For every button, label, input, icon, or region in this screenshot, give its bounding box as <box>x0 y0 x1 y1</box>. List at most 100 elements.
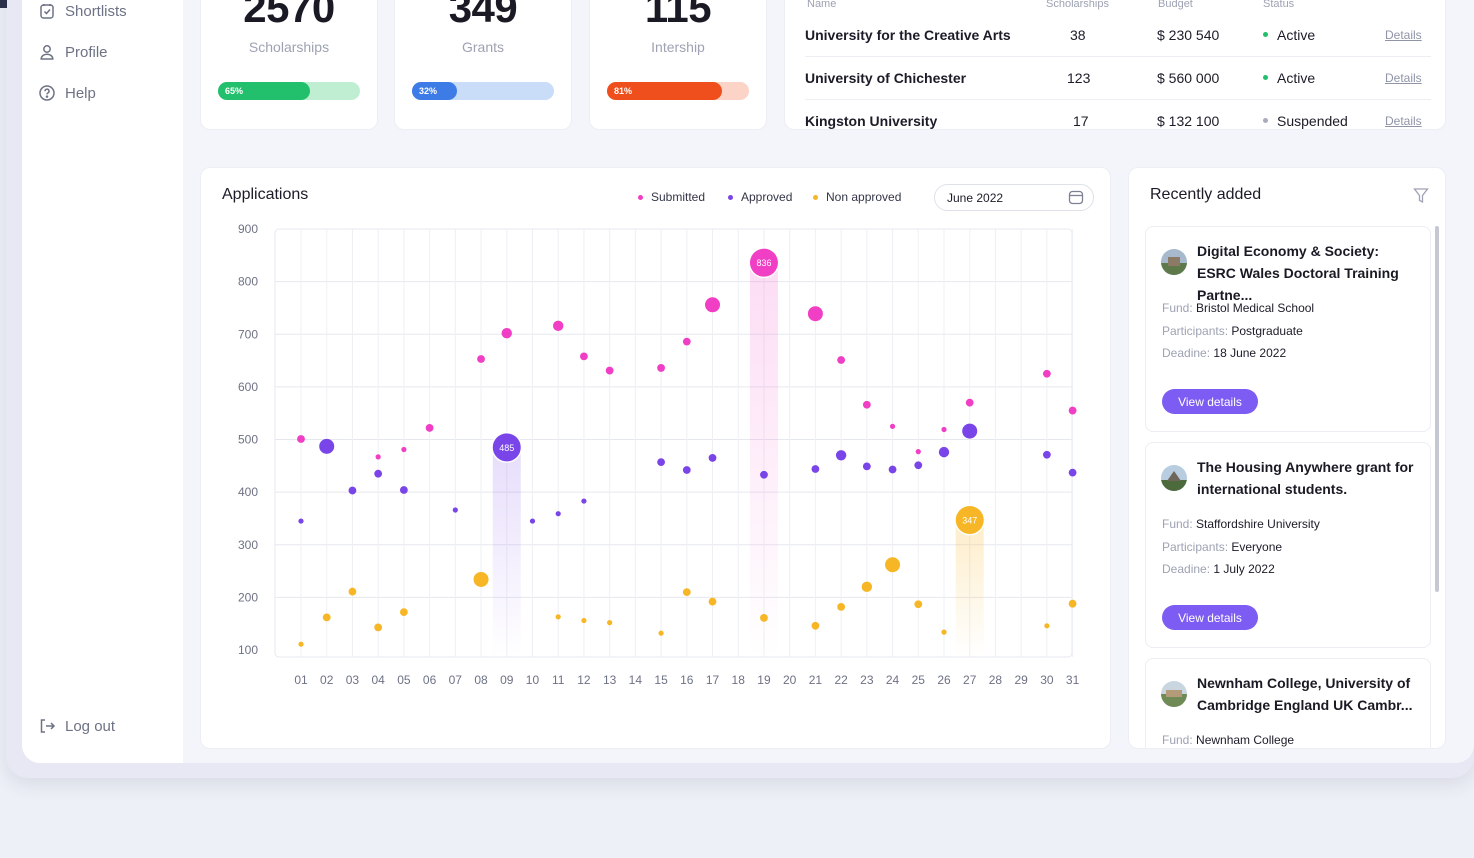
data-point <box>553 320 564 332</box>
data-point <box>297 435 305 443</box>
university-thumbnail <box>1161 249 1187 275</box>
recently-added-panel: Recently added Digital Economy & Society… <box>1128 167 1446 749</box>
y-tick-label: 200 <box>238 590 258 604</box>
scrollbar-thumb[interactable] <box>1435 226 1439 592</box>
details-link-text[interactable]: Details <box>1385 114 1422 128</box>
col-header-budget: Budget <box>1158 0 1193 10</box>
deadline-key: Deadine: <box>1162 562 1211 576</box>
x-tick-label: 30 <box>1040 673 1054 687</box>
recent-item-title[interactable]: Newnham College, University of Cambridge… <box>1197 672 1419 716</box>
data-point <box>835 450 847 461</box>
progress-percent: 81% <box>614 86 633 96</box>
data-point <box>607 620 613 626</box>
data-point <box>319 438 335 454</box>
data-point <box>682 466 691 474</box>
applications-scatter-chart: 100 200 300 400 500 600 700 800 900 01 02 03 04 05 06 0… <box>238 222 1080 687</box>
details-link[interactable]: Details <box>1385 13 1422 56</box>
y-tick-label: 700 <box>238 327 258 341</box>
deadline-value: 1 July 2022 <box>1213 562 1275 576</box>
shortlist-icon <box>40 4 54 19</box>
plot-frame <box>274 228 1073 658</box>
cell-scholarships: 123 <box>1067 69 1091 86</box>
recent-item-deadline: Deadine: 18 June 2022 <box>1162 346 1286 360</box>
sidebar-item-label: Shortlists <box>65 2 127 20</box>
data-point <box>348 486 357 495</box>
view-details-button[interactable]: View details <box>1162 389 1258 414</box>
data-point <box>1042 369 1051 378</box>
logout-label: Log out <box>65 717 116 735</box>
data-point <box>837 602 846 611</box>
x-tick-label: 29 <box>1014 673 1028 687</box>
logout-button[interactable]: Log out <box>38 717 115 735</box>
x-tick-label: 15 <box>654 673 668 687</box>
participants-value: Postgraduate <box>1231 324 1303 338</box>
participants-key: Participants: <box>1162 540 1229 554</box>
sidebar-item-label: Help <box>65 84 96 102</box>
recent-item: Digital Economy & Society: ESRC Wales Do… <box>1145 226 1431 432</box>
filter-icon[interactable] <box>1413 187 1429 204</box>
col-header-name: Name <box>807 0 837 10</box>
data-point <box>1068 468 1077 477</box>
x-tick-label: 10 <box>526 673 540 687</box>
sidebar-item-profile[interactable]: Profile <box>38 43 108 61</box>
data-point <box>914 600 923 609</box>
recent-item: The Housing Anywhere grant for internati… <box>1145 442 1431 648</box>
details-link[interactable]: Details <box>1385 56 1422 99</box>
x-tick-label: 25 <box>912 673 926 687</box>
data-point <box>399 608 408 617</box>
data-point <box>760 613 768 622</box>
data-point <box>861 581 873 593</box>
stat-label: Intership <box>651 39 705 55</box>
status-badge: Active <box>1263 56 1315 99</box>
x-tick-label: 17 <box>706 673 720 687</box>
highlight-column <box>749 262 778 657</box>
applications-card: Applications Submitted Approved Non appr… <box>200 167 1111 749</box>
data-point <box>760 470 768 479</box>
recent-item-fund: Fund: Staffordshire University <box>1162 517 1320 531</box>
cell-scholarships: 38 <box>1070 26 1086 43</box>
cell-name: University for the Creative Arts <box>805 26 1011 43</box>
data-label: 836 <box>756 258 771 268</box>
data-point <box>941 629 947 635</box>
data-point <box>322 613 331 622</box>
fund-key: Fund: <box>1162 733 1193 747</box>
data-point <box>915 449 921 455</box>
sidebar: Shortlists Profile Help Log out <box>22 0 183 763</box>
status-dot <box>1263 118 1268 123</box>
col-header-scholarships: Scholarships <box>1046 0 1109 10</box>
data-point <box>837 356 846 364</box>
view-details-button[interactable]: View details <box>1162 605 1258 630</box>
deadline-value: 18 June 2022 <box>1213 346 1287 360</box>
details-link[interactable]: Details <box>1385 99 1422 142</box>
recent-item-title[interactable]: Digital Economy & Society: ESRC Wales Do… <box>1197 240 1419 306</box>
recent-item-fund: Fund: Bristol Medical School <box>1162 301 1314 315</box>
x-tick-label: 22 <box>834 673 848 687</box>
x-tick-label: 23 <box>860 673 874 687</box>
details-link-text[interactable]: Details <box>1385 28 1422 42</box>
sidebar-item-help[interactable]: Help <box>38 84 96 102</box>
y-tick-label: 900 <box>238 222 258 236</box>
progress-bar: 81% <box>607 82 749 100</box>
recent-item-title[interactable]: The Housing Anywhere grant for internati… <box>1197 456 1419 500</box>
x-tick-label: 14 <box>629 673 643 687</box>
x-tick-label: 20 <box>783 673 797 687</box>
sidebar-item-shortlists[interactable]: Shortlists <box>38 2 127 20</box>
fund-value: Newnham College <box>1196 733 1295 747</box>
data-point <box>862 400 871 409</box>
data-point <box>885 557 901 573</box>
progress-percent: 32% <box>419 86 438 96</box>
x-tick-label: 21 <box>809 673 823 687</box>
stat-card-grants: 349 Grants 32% <box>394 0 572 130</box>
data-point <box>374 623 383 632</box>
data-point <box>807 306 823 322</box>
data-point <box>941 426 947 433</box>
data-point <box>452 507 458 513</box>
details-link-text[interactable]: Details <box>1385 71 1422 85</box>
recent-item-participants: Participants: Everyone <box>1162 540 1282 554</box>
data-point <box>657 364 665 372</box>
data-point <box>473 571 489 587</box>
x-tick-label: 26 <box>937 673 951 687</box>
data-point <box>375 454 381 460</box>
recent-item-participants: Participants: Postgraduate <box>1162 324 1303 338</box>
data-point <box>811 465 820 473</box>
